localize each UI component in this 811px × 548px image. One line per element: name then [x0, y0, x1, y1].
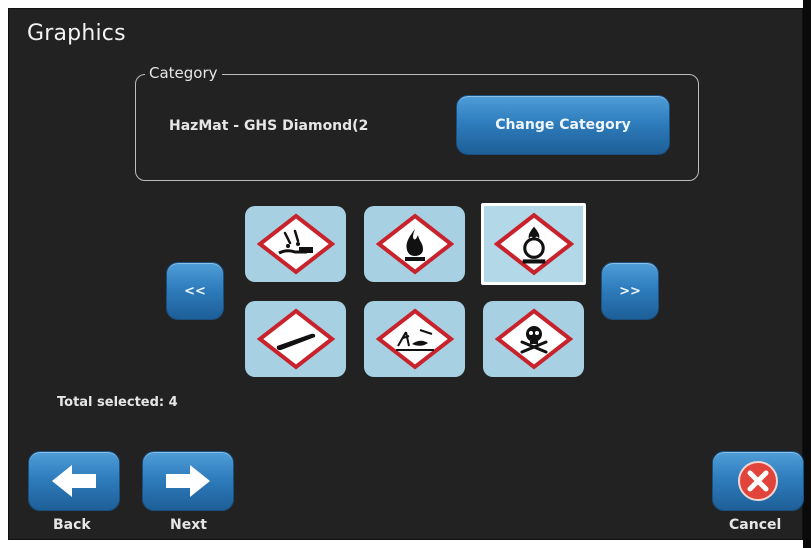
page-title: Graphics	[27, 21, 126, 46]
next-button[interactable]	[142, 451, 234, 511]
corrosion-icon	[256, 213, 335, 275]
category-value: HazMat - GHS Diamond(2	[169, 118, 369, 134]
graphic-tile-corrosion[interactable]	[245, 206, 346, 282]
flame-over-circle-icon	[493, 212, 574, 276]
flame-icon	[375, 213, 454, 275]
back-button[interactable]	[28, 451, 120, 511]
graphic-tile-toxic[interactable]	[483, 301, 584, 377]
close-icon	[738, 461, 778, 501]
change-category-button[interactable]: Change Category	[456, 95, 670, 155]
previous-page-button[interactable]: <<	[166, 262, 224, 320]
next-label: Next	[170, 517, 207, 533]
graphic-tile-environment[interactable]	[364, 301, 465, 377]
graphic-tile-oxidizer[interactable]	[481, 203, 586, 285]
skull-crossbones-icon	[494, 308, 573, 370]
graphic-tile-gas-cylinder[interactable]	[245, 301, 346, 377]
arrow-right-icon	[166, 465, 210, 497]
graphic-tile-flame[interactable]	[364, 206, 465, 282]
back-label: Back	[53, 517, 91, 533]
graphics-screen: Graphics Category HazMat - GHS Diamond(2…	[8, 8, 804, 540]
environment-icon	[375, 308, 454, 370]
total-selected-count: Total selected: 4	[57, 395, 178, 410]
arrow-left-icon	[52, 465, 96, 497]
next-page-button[interactable]: >>	[601, 262, 659, 320]
cancel-label: Cancel	[729, 517, 782, 533]
gas-cylinder-icon	[256, 308, 335, 370]
category-legend: Category	[145, 64, 222, 82]
window-edge	[803, 0, 811, 548]
cancel-button[interactable]	[712, 451, 804, 511]
